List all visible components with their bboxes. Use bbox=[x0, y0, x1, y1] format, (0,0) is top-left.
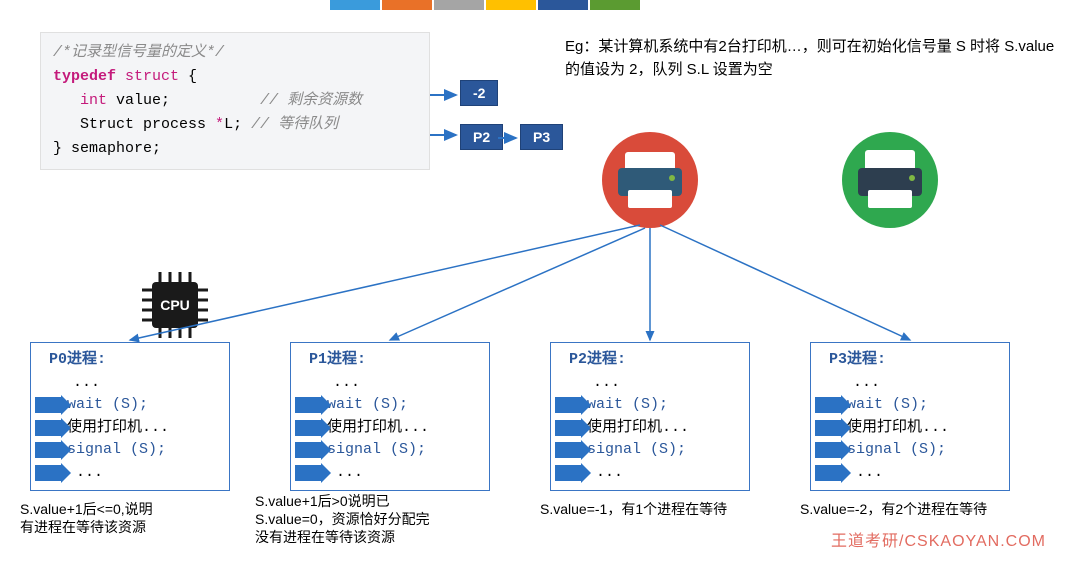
arrow-icon bbox=[35, 465, 63, 481]
proc-title: P3进程: bbox=[829, 349, 1001, 372]
note-p0: S.value+1后<=0,说明 有进程在等待该资源 bbox=[20, 500, 153, 536]
arrow-icon bbox=[815, 420, 843, 436]
arrow-icon bbox=[35, 442, 63, 458]
arrow-icon bbox=[555, 420, 583, 436]
example-description: Eg：某计算机系统中有2台打印机…，则可在初始化信号量 S 时将 S.value… bbox=[565, 36, 1055, 81]
top-color-bars bbox=[330, 0, 640, 10]
arrow-icon bbox=[295, 420, 323, 436]
process-p3-box: P3进程: ... wait (S); 使用打印机... signal (S);… bbox=[810, 342, 1010, 491]
code-comment-title: /*记录型信号量的定义*/ bbox=[53, 41, 417, 65]
semaphore-definition-code: /*记录型信号量的定义*/ typedef struct { int value… bbox=[40, 32, 430, 170]
note-p2: S.value=-1，有1个进程在等待 bbox=[540, 500, 727, 518]
arrow-icon bbox=[295, 442, 323, 458]
process-p2-box: P2进程: ... wait (S); 使用打印机... signal (S);… bbox=[550, 342, 750, 491]
arrow-icon bbox=[555, 397, 583, 413]
arrow-icon bbox=[815, 442, 843, 458]
proc-title: P0进程: bbox=[49, 349, 221, 372]
arrow-icon bbox=[815, 465, 843, 481]
queue-p3-box: P3 bbox=[520, 124, 563, 150]
arrow-icon bbox=[815, 397, 843, 413]
process-p1-box: P1进程: ... wait (S); 使用打印机... signal (S);… bbox=[290, 342, 490, 491]
proc-title: P1进程: bbox=[309, 349, 481, 372]
proc-title: P2进程: bbox=[569, 349, 741, 372]
arrow-icon bbox=[555, 442, 583, 458]
printer-icon-green bbox=[840, 130, 940, 230]
arrow-icon bbox=[35, 420, 63, 436]
note-p1: S.value+1后>0说明已 S.value=0，资源恰好分配完 没有进程在等… bbox=[255, 492, 430, 547]
arrow-icon bbox=[295, 397, 323, 413]
value-box: -2 bbox=[460, 80, 498, 106]
arrow-icon bbox=[295, 465, 323, 481]
arrow-icon bbox=[35, 397, 63, 413]
svg-text:CPU: CPU bbox=[160, 297, 190, 313]
process-p0-box: P0进程: ... wait (S); 使用打印机... signal (S);… bbox=[30, 342, 230, 491]
note-p3: S.value=-2，有2个进程在等待 bbox=[800, 500, 987, 518]
cpu-icon: CPU bbox=[140, 270, 210, 343]
queue-p2-box: P2 bbox=[460, 124, 503, 150]
arrow-icon bbox=[555, 465, 583, 481]
watermark-text: 王道考研/CSKAOYAN.COM bbox=[831, 527, 1046, 551]
printer-icon-red bbox=[600, 130, 700, 230]
